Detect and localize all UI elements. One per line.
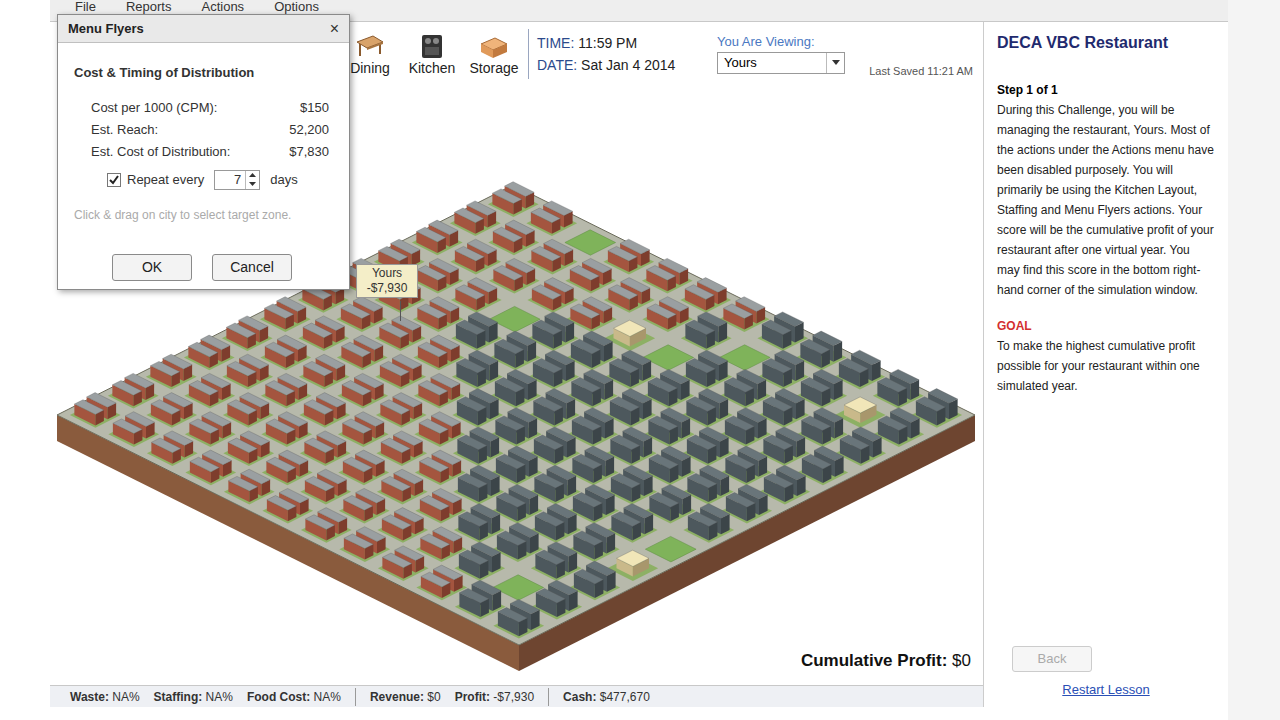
city-block [185,450,236,485]
repeat-spinner[interactable]: 7 [214,170,260,190]
app-screen: FileReportsActionsOptionsDiningKitchenSt… [0,0,1280,720]
city-block [378,546,429,581]
city-park [645,536,696,562]
toolbar-button[interactable]: Storage [468,32,520,76]
dialog-button[interactable]: Cancel [212,254,292,281]
toolbar-button[interactable]: Dining [344,32,396,76]
viewing-select[interactable]: Yours [717,52,845,74]
dialog-button[interactable]: OK [112,254,192,281]
status-item: Cash: $477,670 [548,688,650,706]
dialog-row: Est. Reach:52,200 [91,121,329,138]
city-block [527,278,578,313]
restart-link[interactable]: Restart Lesson [1062,680,1149,700]
status-item: Staffing: NA% [154,688,233,706]
dropdown-arrow-icon [832,60,840,65]
dialog-row: Cost per 1000 (CPM):$150 [91,99,329,116]
restaurant-tooltip: Yours-$7,930 [356,264,418,298]
last-saved: Last Saved 11:21 AM [869,63,973,80]
city-block [339,527,390,562]
status-item: Revenue: $0 [355,688,441,706]
dialog-title-bar[interactable]: Menu Flyers× [58,15,349,43]
clock: TIME: 11:59 PMDATE: Sat Jan 4 2014 [537,35,717,73]
city-block [70,393,121,428]
repeat-checkbox[interactable] [107,173,121,187]
lesson-panel: DECA VBC RestaurantStep 1 of 1During thi… [983,22,1228,707]
status-item: Waste: NA% [70,688,140,706]
spin-down-icon[interactable] [249,182,256,186]
status-item: Profit: -$7,930 [455,688,534,706]
dining-table-icon [353,32,387,60]
storage-boxes-icon [477,32,511,60]
city-block [493,599,544,638]
repeat-row: Repeat every7days [74,170,333,190]
spin-up-icon[interactable] [249,173,256,177]
checkmark-icon [109,175,119,185]
city-block [224,469,275,504]
city-block [108,412,159,447]
back-button[interactable]: Back [1012,646,1092,672]
city-block [683,504,734,543]
menu-flyers-dialog: Menu Flyers×Cost & Timing of Distributio… [57,14,350,290]
dialog-hint: Click & drag on city to select target zo… [74,206,333,224]
city-block [262,488,313,523]
cumulative-profit: Cumulative Profit: $0 [801,648,971,674]
dialog-row: Est. Cost of Distribution:$7,830 [91,143,329,160]
status-item: Food Cost: NA% [247,688,341,706]
kitchen-stove-icon [417,32,447,60]
status-bar: Waste: NA% Staffing: NA% Food Cost: NA% Rev… [50,685,983,707]
close-button[interactable]: × [330,21,339,37]
toolbar-button[interactable]: Kitchen [406,32,458,76]
city-block [681,312,732,351]
city-block [147,431,198,466]
city-block [301,508,352,543]
